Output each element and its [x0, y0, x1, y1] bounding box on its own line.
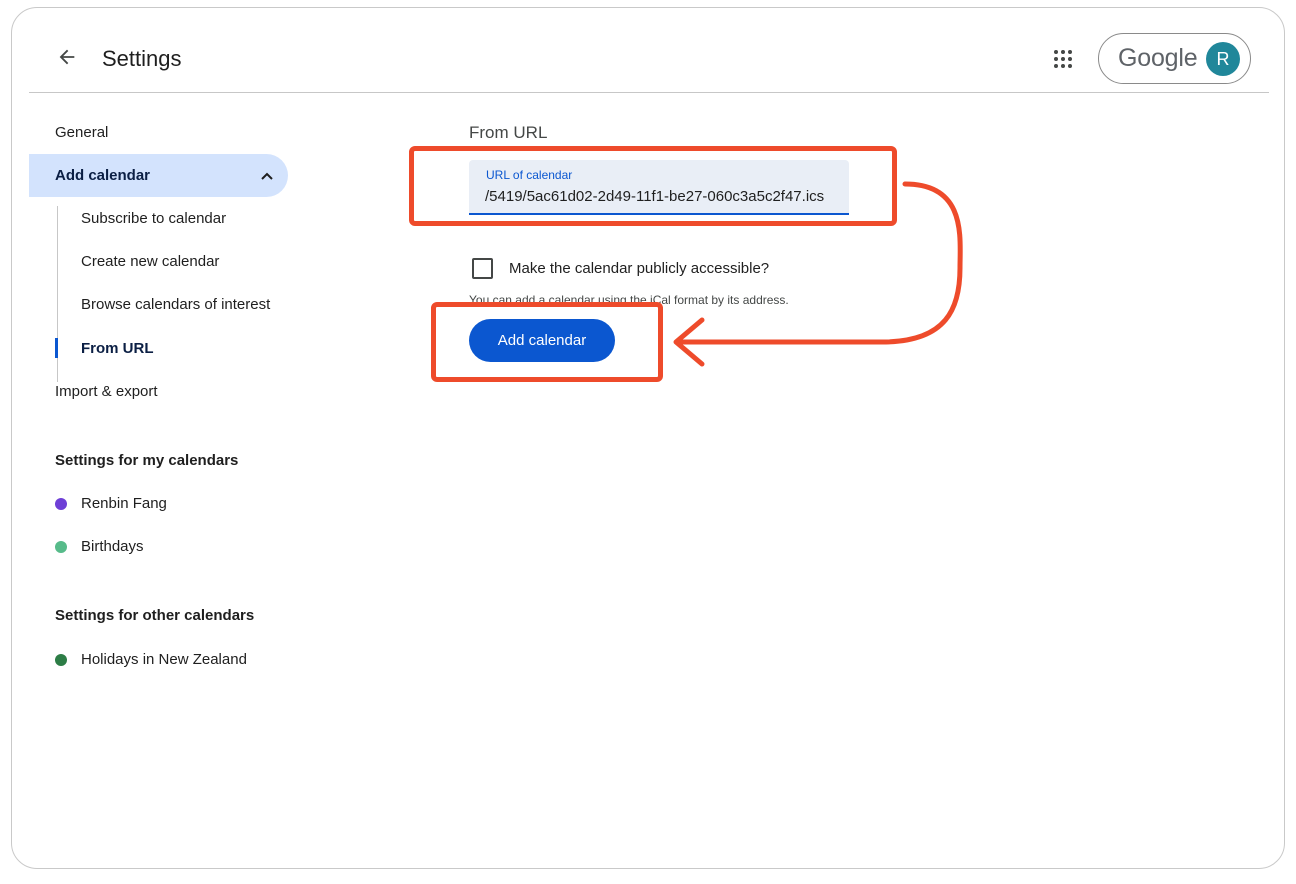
url-field-value: /5419/5ac61d02-2d49-11f1-be27-060c3a5c2f…: [485, 188, 825, 205]
sidebar-item-browse[interactable]: Browse calendars of interest: [81, 296, 270, 313]
calendar-color-dot: [55, 497, 67, 510]
arrow-back-icon: [59, 49, 75, 65]
page-title: Settings: [102, 46, 182, 71]
settings-sidebar: General Add calendar Subscribe to calend…: [12, 94, 312, 794]
my-calendars-heading: Settings for my calendars: [55, 452, 239, 469]
active-indicator: [55, 338, 58, 358]
chevron-up-icon: [261, 172, 273, 180]
calendar-name: Birthdays: [81, 538, 144, 555]
sidebar-item-create[interactable]: Create new calendar: [81, 253, 219, 270]
section-title: From URL: [469, 123, 548, 142]
add-calendar-button[interactable]: Add calendar: [469, 319, 615, 362]
calendar-color-dot: [55, 540, 67, 553]
header-divider: [29, 92, 1269, 93]
sidebar-item-birthdays[interactable]: Birthdays: [55, 538, 144, 555]
sidebar-item-label: Add calendar: [55, 167, 151, 184]
account-button[interactable]: Google R: [1098, 33, 1251, 84]
google-logo: Google: [1118, 44, 1198, 72]
sidebar-item-holidays-nz[interactable]: Holidays in New Zealand: [55, 651, 247, 668]
sidebar-item-general[interactable]: General: [55, 124, 108, 141]
apps-grid-icon: [1054, 50, 1072, 68]
calendar-name: Holidays in New Zealand: [81, 651, 247, 668]
sidebar-item-renbin-fang[interactable]: Renbin Fang: [55, 495, 167, 512]
app-window: Settings Google R General Add calendar S…: [11, 7, 1285, 869]
sidebar-item-from-url[interactable]: From URL: [81, 340, 154, 357]
helper-text: You can add a calendar using the iCal fo…: [469, 293, 789, 307]
sidebar-item-add-calendar[interactable]: Add calendar: [29, 154, 288, 197]
sidebar-item-subscribe[interactable]: Subscribe to calendar: [81, 210, 226, 227]
other-calendars-heading: Settings for other calendars: [55, 607, 255, 624]
google-apps-button[interactable]: [1048, 44, 1078, 74]
arrow-head-icon: [673, 317, 705, 367]
sidebar-item-import-export[interactable]: Import & export: [55, 383, 158, 400]
public-checkbox[interactable]: [472, 258, 493, 279]
public-checkbox-label: Make the calendar publicly accessible?: [509, 260, 770, 277]
avatar[interactable]: R: [1206, 42, 1240, 76]
top-bar: Settings Google R: [12, 8, 1284, 94]
public-checkbox-row[interactable]: Make the calendar publicly accessible?: [472, 258, 769, 279]
calendar-url-input[interactable]: URL of calendar /5419/5ac61d02-2d49-11f1…: [469, 160, 849, 215]
calendar-color-dot: [55, 653, 67, 666]
calendar-name: Renbin Fang: [81, 495, 167, 512]
url-field-label: URL of calendar: [486, 168, 573, 182]
back-button[interactable]: [52, 42, 82, 72]
